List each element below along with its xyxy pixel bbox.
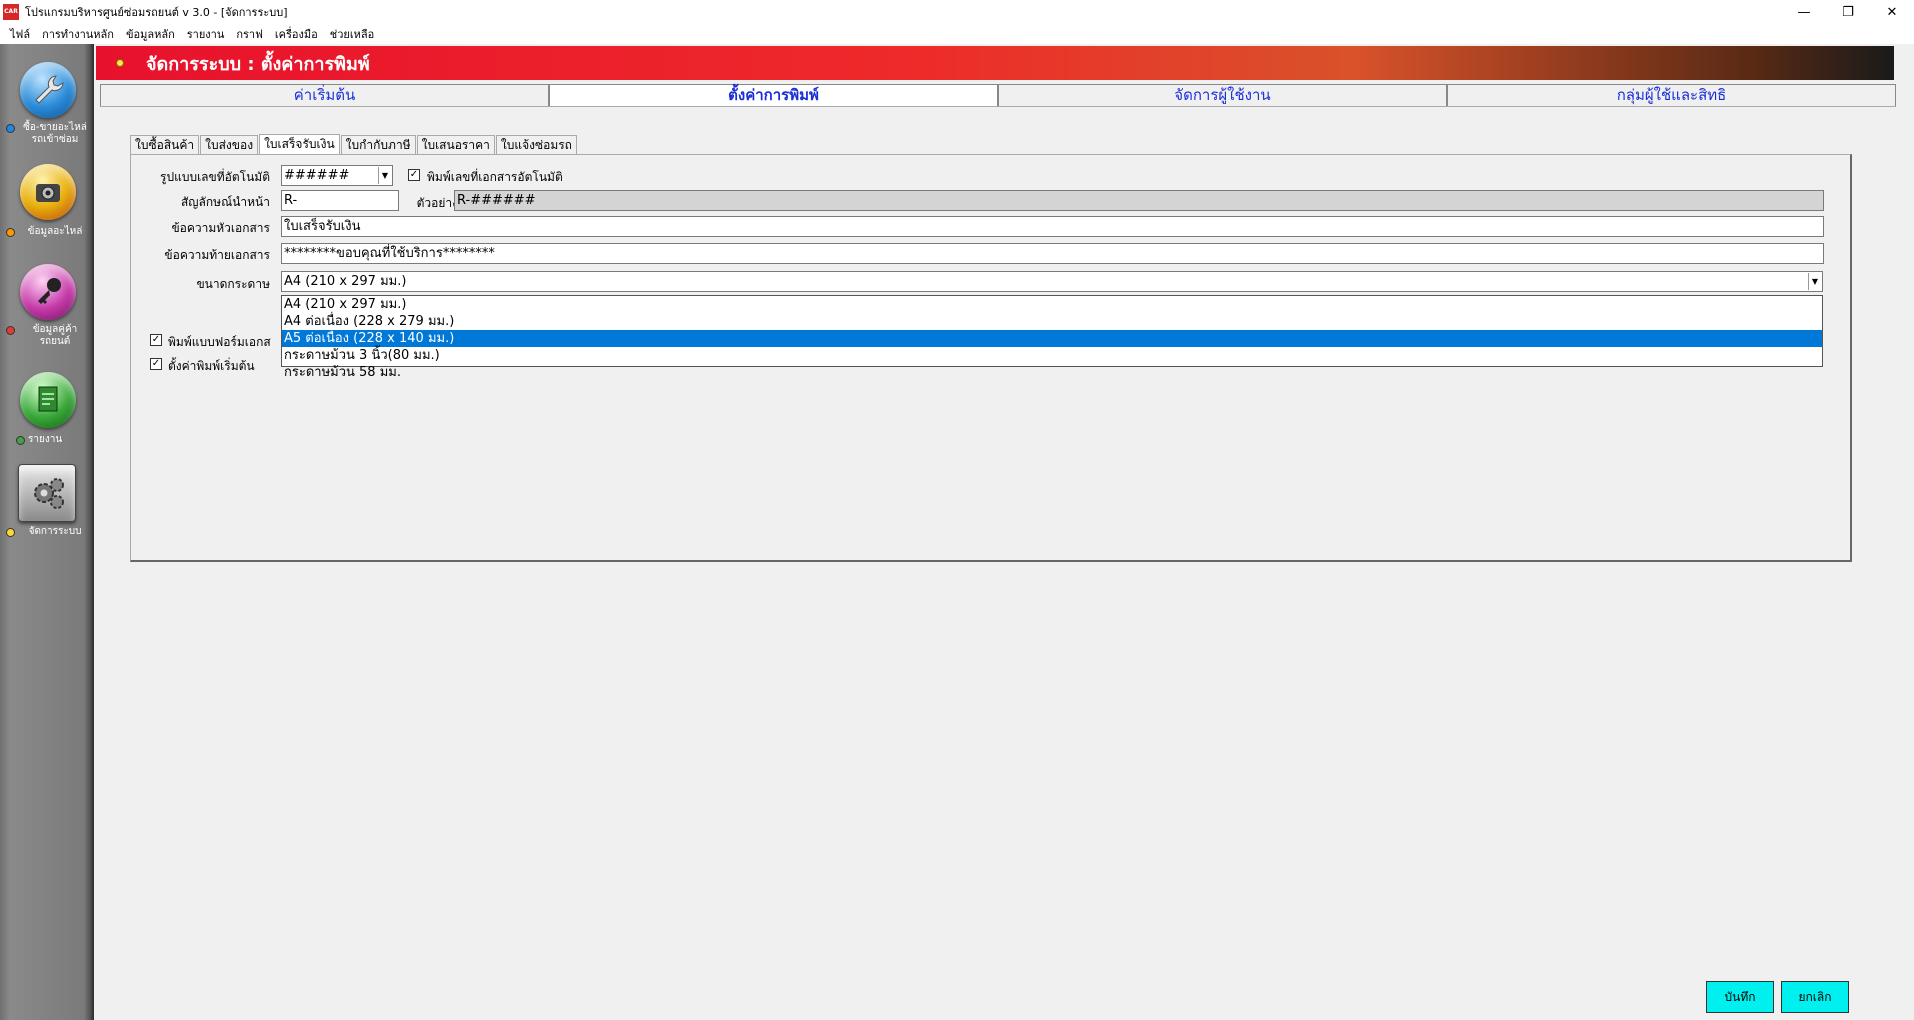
paper-size-option[interactable]: A4 (210 x 297 มม.) (282, 296, 1822, 313)
paper-size-option-selected[interactable]: A5 ต่อเนื่อง (228 x 140 มม.) (282, 330, 1822, 347)
sidebar-item-label: จัดการระบบ (28, 526, 82, 537)
menu-main-work[interactable]: การทำงานหลัก (36, 25, 120, 43)
report-icon[interactable] (20, 372, 76, 428)
subtab-delivery[interactable]: ใบส่งของ (200, 135, 259, 154)
sidebar-item-label: ซื้อ-ขายอะไหล่ รถเข้าซ่อม (23, 122, 87, 145)
status-dot (6, 326, 15, 335)
wrench-icon[interactable] (20, 62, 76, 118)
footer-text-label: ข้อความท้ายเอกสาร (164, 248, 270, 262)
subtab-quotation[interactable]: ใบเสนอราคา (416, 135, 495, 154)
subtab-purchase[interactable]: ใบซื้อสินค้า (130, 135, 200, 154)
subtab-repair-order[interactable]: ใบแจ้งซ่อมรถ (495, 135, 577, 154)
sidebar-item-label: รายงาน (28, 434, 63, 445)
status-dot (6, 124, 15, 133)
header-text-label: ข้อความหัวเอกสาร (171, 221, 270, 235)
subtab-receipt[interactable]: ใบเสร็จรับเงิน (259, 134, 340, 154)
print-auto-number-label: พิมพ์เลขที่เอกสารอัตโนมัติ (427, 170, 563, 184)
tabs-divider (100, 106, 1896, 107)
close-button[interactable]: ✕ (1870, 0, 1914, 24)
title-bar: CAR โปรแกรมบริหารศูนย์ซ่อมรถยนต์ v 3.0 -… (0, 0, 1914, 24)
footer-text-input[interactable]: ********ขอบคุณที่ใช้บริการ******** (281, 243, 1824, 264)
paper-size-dropdown-list: A4 (210 x 297 มม.) A4 ต่อเนื่อง (228 x 2… (281, 295, 1823, 380)
paper-size-select[interactable]: A4 (210 x 297 มม.) ▼ (281, 271, 1823, 292)
auto-number-format-label: รูปแบบเลขที่อัตโนมัติ (160, 170, 270, 184)
gear-icon[interactable] (18, 464, 76, 522)
minimize-button[interactable]: — (1782, 0, 1826, 24)
chevron-down-icon[interactable]: ▼ (378, 167, 391, 184)
subtab-tax-invoice[interactable]: ใบกำกับภาษี (340, 135, 416, 154)
header-text-input[interactable]: ใบเสร็จรับเงิน (281, 216, 1824, 237)
save-button[interactable]: บันทึก (1706, 981, 1774, 1013)
status-dot (16, 436, 25, 445)
page-header: จัดการระบบ : ตั้งค่าการพิมพ์ (96, 46, 1894, 80)
sidebar: ซื้อ-ขายอะไหล่ รถเข้าซ่อม ข้อมูลอะไหล่ ข… (0, 44, 94, 1020)
menu-master-data[interactable]: ข้อมูลหลัก (120, 25, 181, 43)
part-icon[interactable] (20, 164, 76, 220)
prefix-label: สัญลักษณ์นำหน้า (180, 195, 270, 209)
status-dot (6, 528, 15, 537)
default-print-checkbox[interactable]: ✓ (150, 358, 162, 370)
auto-number-format-select[interactable]: ###### ▼ (281, 165, 393, 186)
document-tabs: ใบซื้อสินค้า ใบส่งของ ใบเสร็จรับเงิน ใบก… (130, 134, 578, 154)
main-tabs: ค่าเริ่มต้น ตั้งค่าการพิมพ์ จัดการผู้ใช้… (100, 84, 1896, 106)
prefix-input[interactable]: R- (281, 190, 399, 211)
window-title: โปรแกรมบริหารศูนย์ซ่อมรถยนต์ v 3.0 - [จั… (25, 6, 288, 19)
paper-size-option[interactable]: กระดาษม้วน 3 นิ้ว(80 มม.) (282, 347, 1822, 364)
print-form-label: พิมพ์แบบฟอร์มเอกส (168, 335, 271, 349)
print-form-checkbox[interactable]: ✓ (150, 334, 162, 346)
menu-file[interactable]: ไฟล์ (4, 25, 36, 43)
paper-size-option[interactable]: A4 ต่อเนื่อง (228 x 279 มม.) (282, 313, 1822, 330)
menu-help[interactable]: ช่วยเหลือ (324, 25, 380, 43)
paper-size-option[interactable]: กระดาษม้วน 58 มม. (282, 364, 1822, 381)
menu-tools[interactable]: เครื่องมือ (269, 25, 324, 43)
menu-graph[interactable]: กราฟ (230, 25, 269, 43)
sidebar-item-label: ข้อมูลอะไหล่ (27, 226, 83, 237)
chevron-down-icon[interactable]: ▼ (1808, 273, 1821, 290)
restore-button[interactable]: ❐ (1826, 0, 1870, 24)
tab-print-settings[interactable]: ตั้งค่าการพิมพ์ (549, 84, 998, 106)
status-dot (6, 228, 15, 237)
page-title: จัดการระบบ : ตั้งค่าการพิมพ์ (146, 53, 370, 75)
tab-defaults[interactable]: ค่าเริ่มต้น (100, 84, 549, 106)
header-bullet-icon (116, 59, 124, 67)
tab-user-management[interactable]: จัดการผู้ใช้งาน (998, 84, 1447, 106)
app-icon: CAR (3, 4, 19, 20)
tab-user-groups[interactable]: กลุ่มผู้ใช้และสิทธิ (1447, 84, 1896, 106)
example-label: ตัวอย่าง (416, 196, 458, 210)
menu-reports[interactable]: รายงาน (181, 25, 231, 43)
main-area: จัดการระบบ : ตั้งค่าการพิมพ์ ค่าเริ่มต้น… (96, 44, 1896, 1020)
example-value: R-###### (454, 190, 1824, 211)
paper-size-label: ขนาดกระดาษ (196, 277, 270, 291)
default-print-label: ตั้งค่าพิมพ์เริ่มต้น (168, 359, 255, 373)
print-auto-number-checkbox[interactable]: ✓ (408, 169, 420, 181)
key-icon[interactable] (20, 264, 76, 320)
menu-bar: ไฟล์ การทำงานหลัก ข้อมูลหลัก รายงาน กราฟ… (0, 24, 1914, 44)
cancel-button[interactable]: ยกเลิก (1781, 981, 1849, 1013)
sidebar-item-label: ข้อมูลคู่ค้า รถยนต์ (32, 324, 78, 347)
